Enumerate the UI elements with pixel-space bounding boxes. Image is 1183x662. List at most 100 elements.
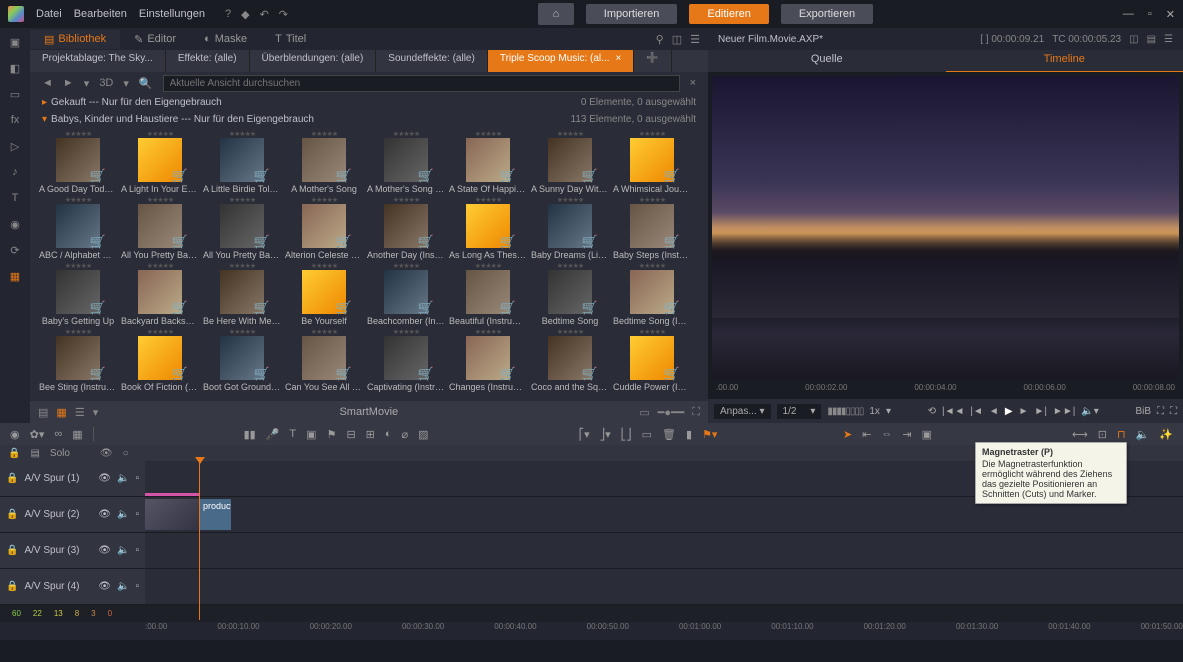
cart-icon[interactable]: 🛒 <box>664 168 680 184</box>
tab-title[interactable]: TTitel <box>261 30 320 48</box>
cart-icon[interactable]: 🛒 <box>336 168 352 184</box>
footer-zoom-icon[interactable]: ▭ <box>639 406 649 419</box>
library-item[interactable]: ★★★★★ 🛒 Another Day (Instru... <box>366 196 446 260</box>
library-item[interactable]: ★★★★★ 🛒 Book Of Fiction (Inst... <box>120 328 200 392</box>
library-item[interactable]: ★★★★★ 🛒 Cuddle Power (Instr... <box>612 328 692 392</box>
cart-icon[interactable]: 🛒 <box>664 366 680 382</box>
tl-split-icon[interactable]: ⊟ <box>346 428 355 441</box>
tl-magnet-icon[interactable]: ⊓ <box>1117 428 1126 441</box>
import-button[interactable]: Importieren <box>586 4 678 24</box>
library-item[interactable]: ★★★★★ 🛒 All You Pretty Babies <box>120 196 200 260</box>
filter-transitions[interactable]: Überblendungen: (alle) <box>250 50 377 72</box>
tl-color-icon[interactable]: ◐ <box>385 428 392 440</box>
play-icon[interactable]: ▶ <box>1005 406 1013 417</box>
fullscreen-icon[interactable]: ⛶ <box>1157 406 1164 417</box>
library-item[interactable]: ★★★★★ 🛒 A State Of Happiness... <box>448 130 528 194</box>
library-item[interactable]: ★★★★★ 🛒 All You Pretty Babies... <box>202 196 282 260</box>
menu-settings[interactable]: Einstellungen <box>139 8 205 20</box>
cart-icon[interactable]: 🛒 <box>172 234 188 250</box>
track-lock-icon[interactable]: 🔒 <box>8 448 20 459</box>
cart-icon[interactable]: 🛒 <box>500 234 516 250</box>
cart-icon[interactable]: 🛒 <box>582 168 598 184</box>
track-fx-icon[interactable]: ▫ <box>135 581 139 592</box>
tl-snap-mid-icon[interactable]: ⇔ <box>881 428 892 441</box>
cart-icon[interactable]: 🛒 <box>336 234 352 250</box>
cart-icon[interactable]: 🛒 <box>336 300 352 316</box>
cart-icon[interactable]: 🛒 <box>418 168 434 184</box>
footer-expand-icon[interactable]: ⛶ <box>692 406 700 419</box>
tl-paste-icon[interactable]: ▭ <box>642 428 652 441</box>
track-storyboard-icon[interactable]: ▤ <box>30 448 39 459</box>
track-header[interactable]: 🔒 A/V Spur (2) 👁 🔈 ▫ <box>0 497 145 532</box>
tl-trim-icon[interactable]: ⎣⎦ <box>621 428 632 441</box>
library-item[interactable]: ★★★★★ 🛒 A Light In Your Eyes ... <box>120 130 200 194</box>
filter-add[interactable]: ➕ <box>634 50 671 72</box>
cart-icon[interactable]: 🛒 <box>254 300 270 316</box>
filter-effects[interactable]: Effekte: (alle) <box>166 50 250 72</box>
library-item[interactable]: ★★★★★ 🛒 Captivating (Instrum... <box>366 328 446 392</box>
track-fx-icon[interactable]: ▫ <box>135 509 139 520</box>
footer-sort-icon[interactable]: ▾ <box>93 406 99 419</box>
step-back-icon[interactable]: ◄ <box>989 406 999 417</box>
solo-label[interactable]: Solo <box>50 448 70 459</box>
bib-label[interactable]: BiB <box>1135 406 1151 417</box>
detach-icon[interactable]: ◫ <box>672 33 682 46</box>
tl-link-icon[interactable]: ∞ <box>54 428 62 440</box>
menu-file[interactable]: Datei <box>36 8 62 20</box>
tl-board-icon[interactable]: ▦ <box>72 428 82 441</box>
close-icon[interactable]: ✕ <box>1166 8 1175 21</box>
cart-icon[interactable]: 🛒 <box>582 366 598 382</box>
smartmovie-label[interactable]: SmartMovie <box>106 406 631 418</box>
library-item[interactable]: ★★★★★ 🛒 Beachcomber (Instru... <box>366 262 446 326</box>
side-audio-icon[interactable]: ♪ <box>7 164 23 180</box>
library-item[interactable]: ★★★★★ 🛒 Backyard Backsplash... <box>120 262 200 326</box>
preview-settings-icon[interactable]: ⛶ <box>1170 406 1177 417</box>
side-shapes-icon[interactable]: ◉ <box>7 216 23 232</box>
next-frame-icon[interactable]: ►| <box>1034 406 1047 417</box>
library-item[interactable]: ★★★★★ 🛒 A Sunny Day With Y... <box>530 130 610 194</box>
dropdown-icon[interactable]: ▾ <box>84 77 90 90</box>
track-lock-icon[interactable]: 🔒 <box>6 473 18 484</box>
filter-close-icon[interactable]: × <box>616 53 622 64</box>
tl-fit-icon[interactable]: ⟷ <box>1072 428 1088 441</box>
tl-zoom-icon[interactable]: ⊡ <box>1098 428 1107 441</box>
undo-icon[interactable]: ↶ <box>260 8 269 21</box>
track-eye-icon[interactable]: 👁 <box>98 545 111 556</box>
track-fx-icon[interactable]: ▫ <box>135 545 139 556</box>
view-3d[interactable]: 3D <box>99 77 113 89</box>
tl-audio-scrub-icon[interactable]: 🔈 <box>1136 428 1150 441</box>
library-item[interactable]: ★★★★★ 🛒 ABC / Alphabet Son... <box>38 196 118 260</box>
search-input[interactable] <box>163 75 680 92</box>
track-audio-icon[interactable]: 🔈 <box>117 473 129 484</box>
tl-flag-icon[interactable]: ⚑▾ <box>702 428 717 441</box>
tl-razor-icon[interactable]: ▮▮ <box>244 428 256 441</box>
track-clip[interactable] <box>145 493 199 496</box>
cart-icon[interactable]: 🛒 <box>254 366 270 382</box>
tl-chain-icon[interactable]: ⌀ <box>402 428 409 441</box>
view-dd-icon[interactable]: ▾ <box>123 77 129 90</box>
cart-icon[interactable]: 🛒 <box>500 300 516 316</box>
tab-mask[interactable]: ◐Maske <box>190 30 261 48</box>
track-circle-icon[interactable]: ○ <box>123 448 129 459</box>
cart-icon[interactable]: 🛒 <box>336 366 352 382</box>
maximize-icon[interactable]: ▫ <box>1148 8 1152 21</box>
library-item[interactable]: ★★★★★ 🛒 Coco and the Squirr... <box>530 328 610 392</box>
library-item[interactable]: ★★★★★ 🛒 A Good Day Today (I... <box>38 130 118 194</box>
library-item[interactable]: ★★★★★ 🛒 Baby's Getting Up <box>38 262 118 326</box>
track-clip[interactable] <box>145 499 199 530</box>
library-item[interactable]: ★★★★★ 🛒 Baby Dreams (Light ... <box>530 196 610 260</box>
category-purchased[interactable]: ▸ Gekauft --- Nur für den Eigengebrauch … <box>30 94 708 111</box>
tab-library[interactable]: ▤Bibliothek <box>30 30 120 49</box>
tl-arrow-icon[interactable]: ➤ <box>843 428 852 441</box>
cart-icon[interactable]: 🛒 <box>664 234 680 250</box>
track-header[interactable]: 🔒 A/V Spur (1) 👁 🔈 ▫ <box>0 461 145 496</box>
goto-start-icon[interactable]: |◄◄ <box>942 406 964 417</box>
library-item[interactable]: ★★★★★ 🛒 Beautiful (Instrumen... <box>448 262 528 326</box>
cart-icon[interactable]: 🛒 <box>582 300 598 316</box>
speed-dd-icon[interactable]: ▾ <box>886 406 891 417</box>
library-item[interactable]: ★★★★★ 🛒 A Little Birdie Told ... <box>202 130 282 194</box>
cart-icon[interactable]: 🛒 <box>418 234 434 250</box>
footer-view1-icon[interactable]: ▤ <box>38 406 48 419</box>
cart-icon[interactable]: 🛒 <box>500 366 516 382</box>
track-clip[interactable]: producti... <box>199 499 231 530</box>
